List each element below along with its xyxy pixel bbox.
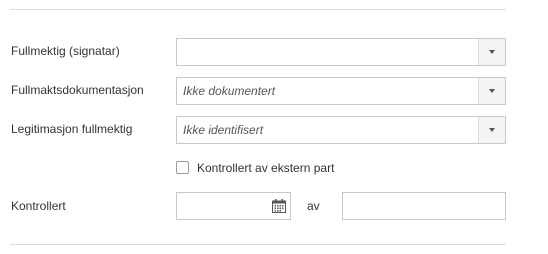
chevron-down-icon — [489, 50, 495, 54]
legitimasjon-select-value: Ikke identifisert — [183, 123, 264, 137]
chevron-down-icon — [489, 89, 495, 93]
bottom-divider — [10, 244, 506, 245]
top-divider — [10, 9, 506, 10]
av-label: av — [307, 199, 320, 213]
legitimasjon-dropdown-button[interactable] — [478, 117, 505, 143]
fullmektig-label: Fullmektig (signatar) — [11, 44, 120, 58]
fullmaktsdokumentasjon-dropdown-button[interactable] — [478, 78, 505, 104]
fullmaktsdokumentasjon-select-value: Ikke dokumentert — [183, 84, 276, 98]
kontrollert-label: Kontrollert — [11, 199, 66, 213]
kontrollert-av-input[interactable] — [342, 192, 506, 220]
ekstern-part-checkbox-label: Kontrollert av ekstern part — [197, 161, 335, 175]
fullmektig-dropdown-button[interactable] — [478, 39, 505, 65]
fullmektig-select[interactable] — [176, 38, 506, 66]
legitimasjon-select[interactable]: Ikke identifisert — [176, 116, 506, 144]
legitimasjon-label: Legitimasjon fullmektig — [11, 122, 133, 136]
kontrollert-date-input[interactable] — [176, 192, 291, 220]
fullmaktsdokumentasjon-label: Fullmaktsdokumentasjon — [11, 83, 144, 97]
chevron-down-icon — [489, 128, 495, 132]
calendar-icon[interactable] — [271, 198, 287, 214]
fullmaktsdokumentasjon-select[interactable]: Ikke dokumentert — [176, 77, 506, 105]
ekstern-part-checkbox[interactable] — [176, 161, 189, 174]
